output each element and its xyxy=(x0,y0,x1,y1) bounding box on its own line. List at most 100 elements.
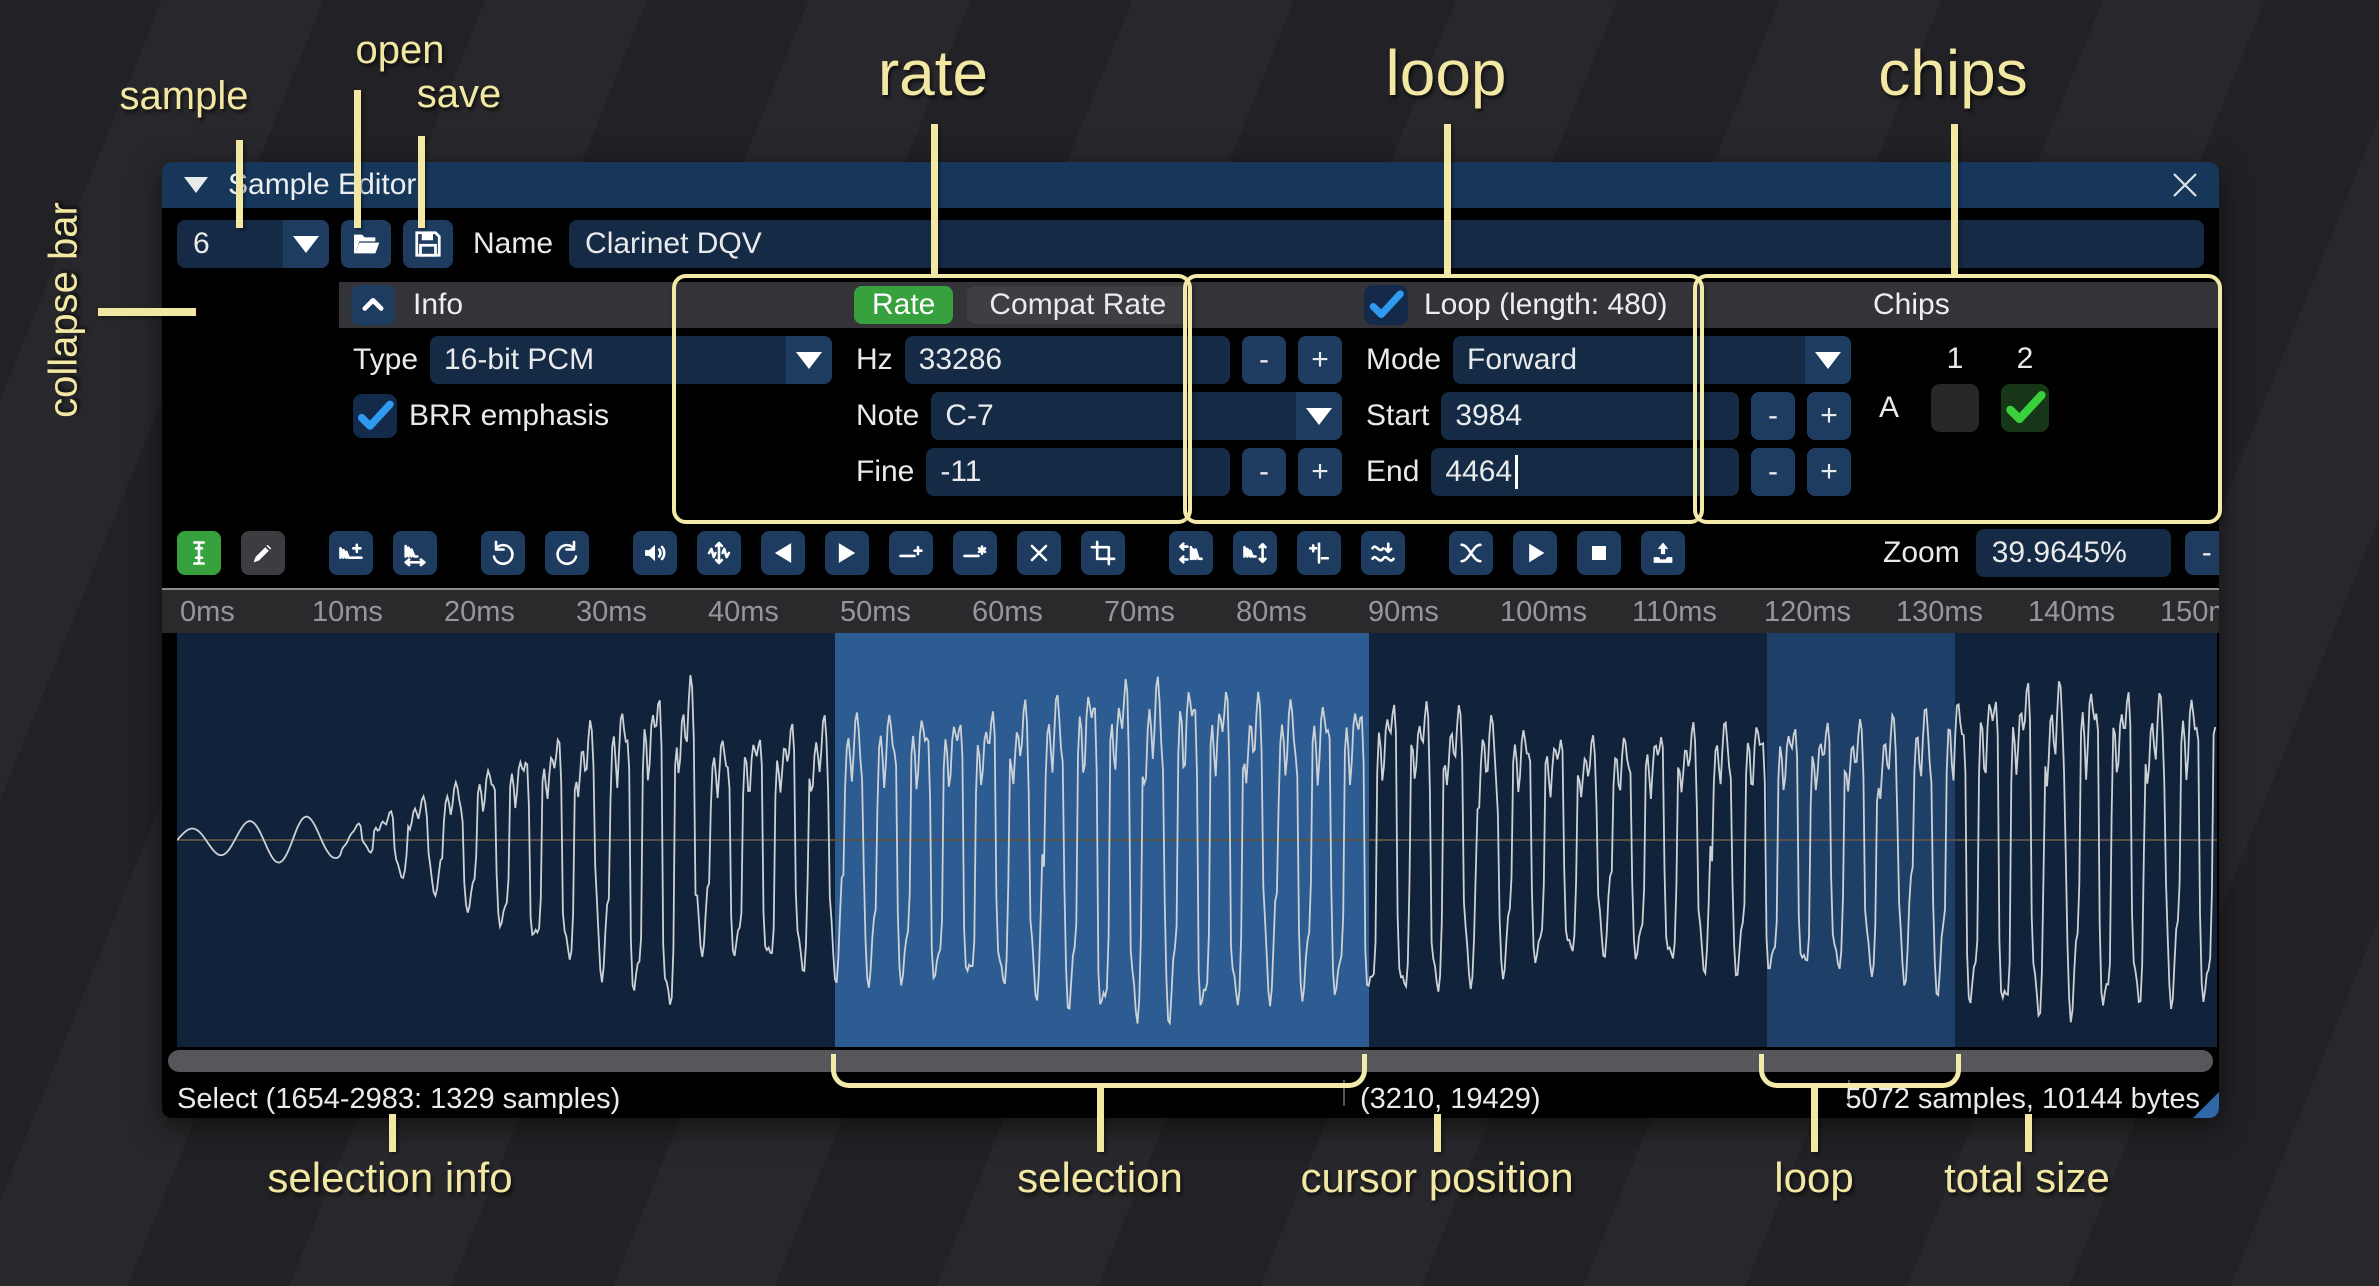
ruler-label: 120ms xyxy=(1764,596,1851,629)
ruler-label: 10ms xyxy=(312,596,383,629)
tool-fade-in-button[interactable] xyxy=(761,531,805,575)
tool-normalize-button[interactable] xyxy=(697,531,741,575)
annotation-line-loop xyxy=(1444,124,1451,278)
save-button[interactable] xyxy=(403,220,453,268)
undo-icon xyxy=(489,539,517,567)
close-button[interactable] xyxy=(2167,167,2203,203)
zoom-label: Zoom xyxy=(1883,536,1960,570)
timeline-ruler: 0ms10ms20ms30ms40ms50ms60ms70ms80ms90ms1… xyxy=(162,588,2219,633)
check-icon xyxy=(355,396,395,436)
tool-apply-silence-button[interactable] xyxy=(953,531,997,575)
resize-grip[interactable] xyxy=(2193,1092,2219,1118)
fade-in-icon xyxy=(769,539,797,567)
type-label: Type xyxy=(353,343,418,377)
tool-fade-out-button[interactable] xyxy=(825,531,869,575)
ruler-label: 100ms xyxy=(1500,596,1587,629)
resize-icon xyxy=(337,539,365,567)
tool-invert-button[interactable] xyxy=(1233,531,1277,575)
tool-crossfade-button[interactable] xyxy=(1449,531,1493,575)
annotation-line-selection-info xyxy=(389,1114,396,1152)
play-preview-icon xyxy=(1521,539,1549,567)
ruler-label: 50ms xyxy=(840,596,911,629)
ruler-label: 130ms xyxy=(1896,596,1983,629)
open-folder-icon xyxy=(350,228,382,260)
name-label: Name xyxy=(473,227,553,261)
tool-delete-button[interactable] xyxy=(1017,531,1061,575)
tool-undo-button[interactable] xyxy=(481,531,525,575)
collapse-bar-button[interactable] xyxy=(351,285,395,325)
annotation-box-rate xyxy=(672,274,1192,524)
annotation-box-chips xyxy=(1693,274,2222,524)
upload-icon xyxy=(1649,539,1677,567)
normalize-icon xyxy=(705,539,733,567)
annotation-line-cursor xyxy=(1434,1114,1441,1152)
annotation-sample: sample xyxy=(120,74,249,119)
info-panel-title: Info xyxy=(413,288,463,322)
ruler-label: 90ms xyxy=(1368,596,1439,629)
filter-icon xyxy=(1369,539,1397,567)
trim-icon xyxy=(1089,539,1117,567)
tool-amplify-button[interactable] xyxy=(633,531,677,575)
tool-select-button[interactable] xyxy=(177,531,221,575)
tool-insert-silence-button[interactable] xyxy=(889,531,933,575)
zoom-input[interactable]: 39.9645% xyxy=(1976,529,2171,577)
waveform-display[interactable] xyxy=(177,633,2217,1047)
annotation-save: save xyxy=(417,72,502,117)
annotation-box-loop xyxy=(1183,274,1704,524)
ruler-label: 40ms xyxy=(708,596,779,629)
annotation-line-total-size xyxy=(2025,1114,2032,1152)
tool-stop-preview-button[interactable] xyxy=(1577,531,1621,575)
annotation-line-open xyxy=(354,90,361,228)
chevron-up-icon xyxy=(359,291,387,319)
amplify-icon xyxy=(641,539,669,567)
annotation-loop-bottom: loop xyxy=(1774,1154,1853,1202)
titlebar: Sample Editor xyxy=(162,162,2219,208)
annotation-rate: rate xyxy=(878,36,988,110)
redo-icon xyxy=(553,539,581,567)
invert-icon xyxy=(1241,539,1269,567)
tool-play-preview-button[interactable] xyxy=(1513,531,1557,575)
tool-upload-button[interactable] xyxy=(1641,531,1685,575)
zoom-out-button[interactable]: - xyxy=(2185,531,2219,575)
stop-preview-icon xyxy=(1585,539,1613,567)
annotation-line-save xyxy=(418,136,425,228)
ruler-label: 140ms xyxy=(2028,596,2115,629)
ruler-label: 150ms xyxy=(2160,596,2219,629)
tool-sign-button[interactable] xyxy=(1297,531,1341,575)
ruler-label: 60ms xyxy=(972,596,1043,629)
apply-silence-icon xyxy=(961,539,989,567)
annotation-cursor-position: cursor position xyxy=(1300,1154,1573,1202)
open-button[interactable] xyxy=(341,220,391,268)
close-icon xyxy=(2168,168,2202,202)
tool-draw-button[interactable] xyxy=(241,531,285,575)
ruler-label: 110ms xyxy=(1632,596,1717,629)
ruler-label: 70ms xyxy=(1104,596,1175,629)
tool-resample-button[interactable] xyxy=(393,531,437,575)
annotation-total-size: total size xyxy=(1944,1154,2110,1202)
window-collapse-icon[interactable] xyxy=(184,177,208,193)
annotation-selection: selection xyxy=(1017,1154,1183,1202)
annotation-line-chips xyxy=(1951,124,1958,278)
sample-row: 6 Name Clarinet DQV xyxy=(177,220,2204,268)
annotation-line-selection xyxy=(1097,1088,1104,1152)
brr-emphasis-checkbox[interactable] xyxy=(353,394,397,438)
sample-number-select[interactable]: 6 xyxy=(177,220,329,268)
name-input[interactable]: Clarinet DQV xyxy=(569,220,2204,268)
tool-reverse-button[interactable] xyxy=(1169,531,1213,575)
reverse-icon xyxy=(1177,539,1205,567)
brr-emphasis-label: BRR emphasis xyxy=(409,399,609,433)
annotation-line-rate xyxy=(931,124,938,278)
draw-icon xyxy=(249,539,277,567)
ruler-label: 20ms xyxy=(444,596,515,629)
tool-filter-button[interactable] xyxy=(1361,531,1405,575)
tool-trim-button[interactable] xyxy=(1081,531,1125,575)
tool-redo-button[interactable] xyxy=(545,531,589,575)
ruler-label: 0ms xyxy=(180,596,235,629)
sample-number-value: 6 xyxy=(177,220,283,268)
annotation-chips: chips xyxy=(1878,36,2027,110)
annotation-line-sample xyxy=(236,140,243,228)
tool-resize-button[interactable] xyxy=(329,531,373,575)
annotation-open: open xyxy=(356,28,445,73)
insert-silence-icon xyxy=(897,539,925,567)
delete-icon xyxy=(1025,539,1053,567)
